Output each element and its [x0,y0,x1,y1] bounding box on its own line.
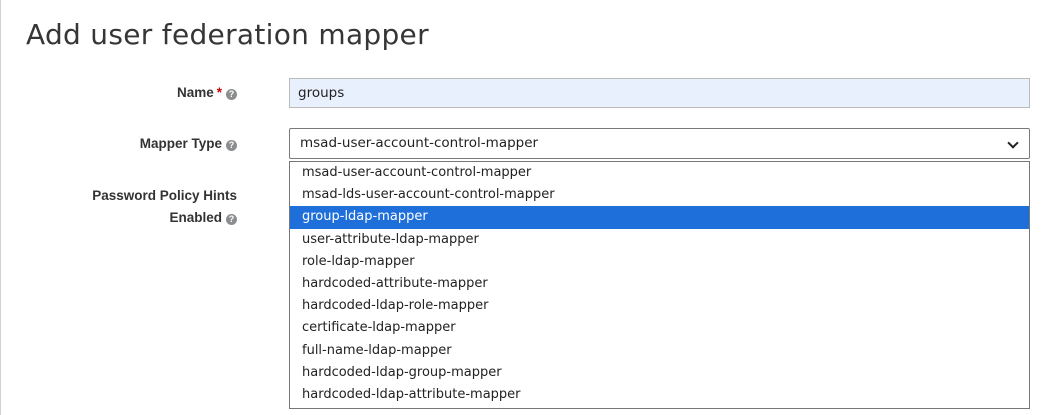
password-hints-line2: Enabled [169,210,222,225]
dropdown-option[interactable]: group-ldap-mapper [290,206,1029,229]
mapper-type-select[interactable]: msad-user-account-control-mapper [289,128,1030,159]
name-label: Name *? [177,83,237,103]
name-input[interactable]: groups [289,78,1030,108]
chevron-down-icon [1007,137,1019,149]
mapper-type-label: Mapper Type? [140,134,237,154]
question-circle-icon[interactable]: ? [226,89,237,100]
dropdown-option[interactable]: msad-lds-user-account-control-mapper [290,184,1029,206]
password-hints-line1: Password Policy Hints [92,188,237,203]
page-title: Add user federation mapper [26,18,429,51]
mapper-type-selected-value: msad-user-account-control-mapper [300,135,539,151]
required-asterisk: * [216,85,222,100]
mapper-type-dropdown-list[interactable]: msad-user-account-control-mapper msad-lds… [289,161,1030,409]
name-label-text: Name [176,85,214,100]
dropdown-option[interactable]: hardcoded-ldap-attribute-mapper [290,384,1029,406]
password-policy-hints-label: Password Policy Hints Enabled? [92,185,237,229]
content-left-border [0,0,1,415]
dropdown-option[interactable]: full-name-ldap-mapper [290,340,1029,362]
dropdown-option[interactable]: hardcoded-ldap-group-mapper [290,362,1029,384]
dropdown-option[interactable]: role-ldap-mapper [290,251,1029,273]
dropdown-option[interactable]: hardcoded-attribute-mapper [290,273,1029,295]
dropdown-option[interactable]: certificate-ldap-mapper [290,317,1029,339]
dropdown-option[interactable]: user-attribute-ldap-mapper [290,229,1029,251]
mapper-type-label-text: Mapper Type [139,136,222,151]
dropdown-option[interactable]: hardcoded-ldap-role-mapper [290,295,1029,317]
dropdown-option[interactable]: msad-user-account-control-mapper [290,162,1029,184]
question-circle-icon[interactable]: ? [226,214,237,225]
question-circle-icon[interactable]: ? [226,140,237,151]
